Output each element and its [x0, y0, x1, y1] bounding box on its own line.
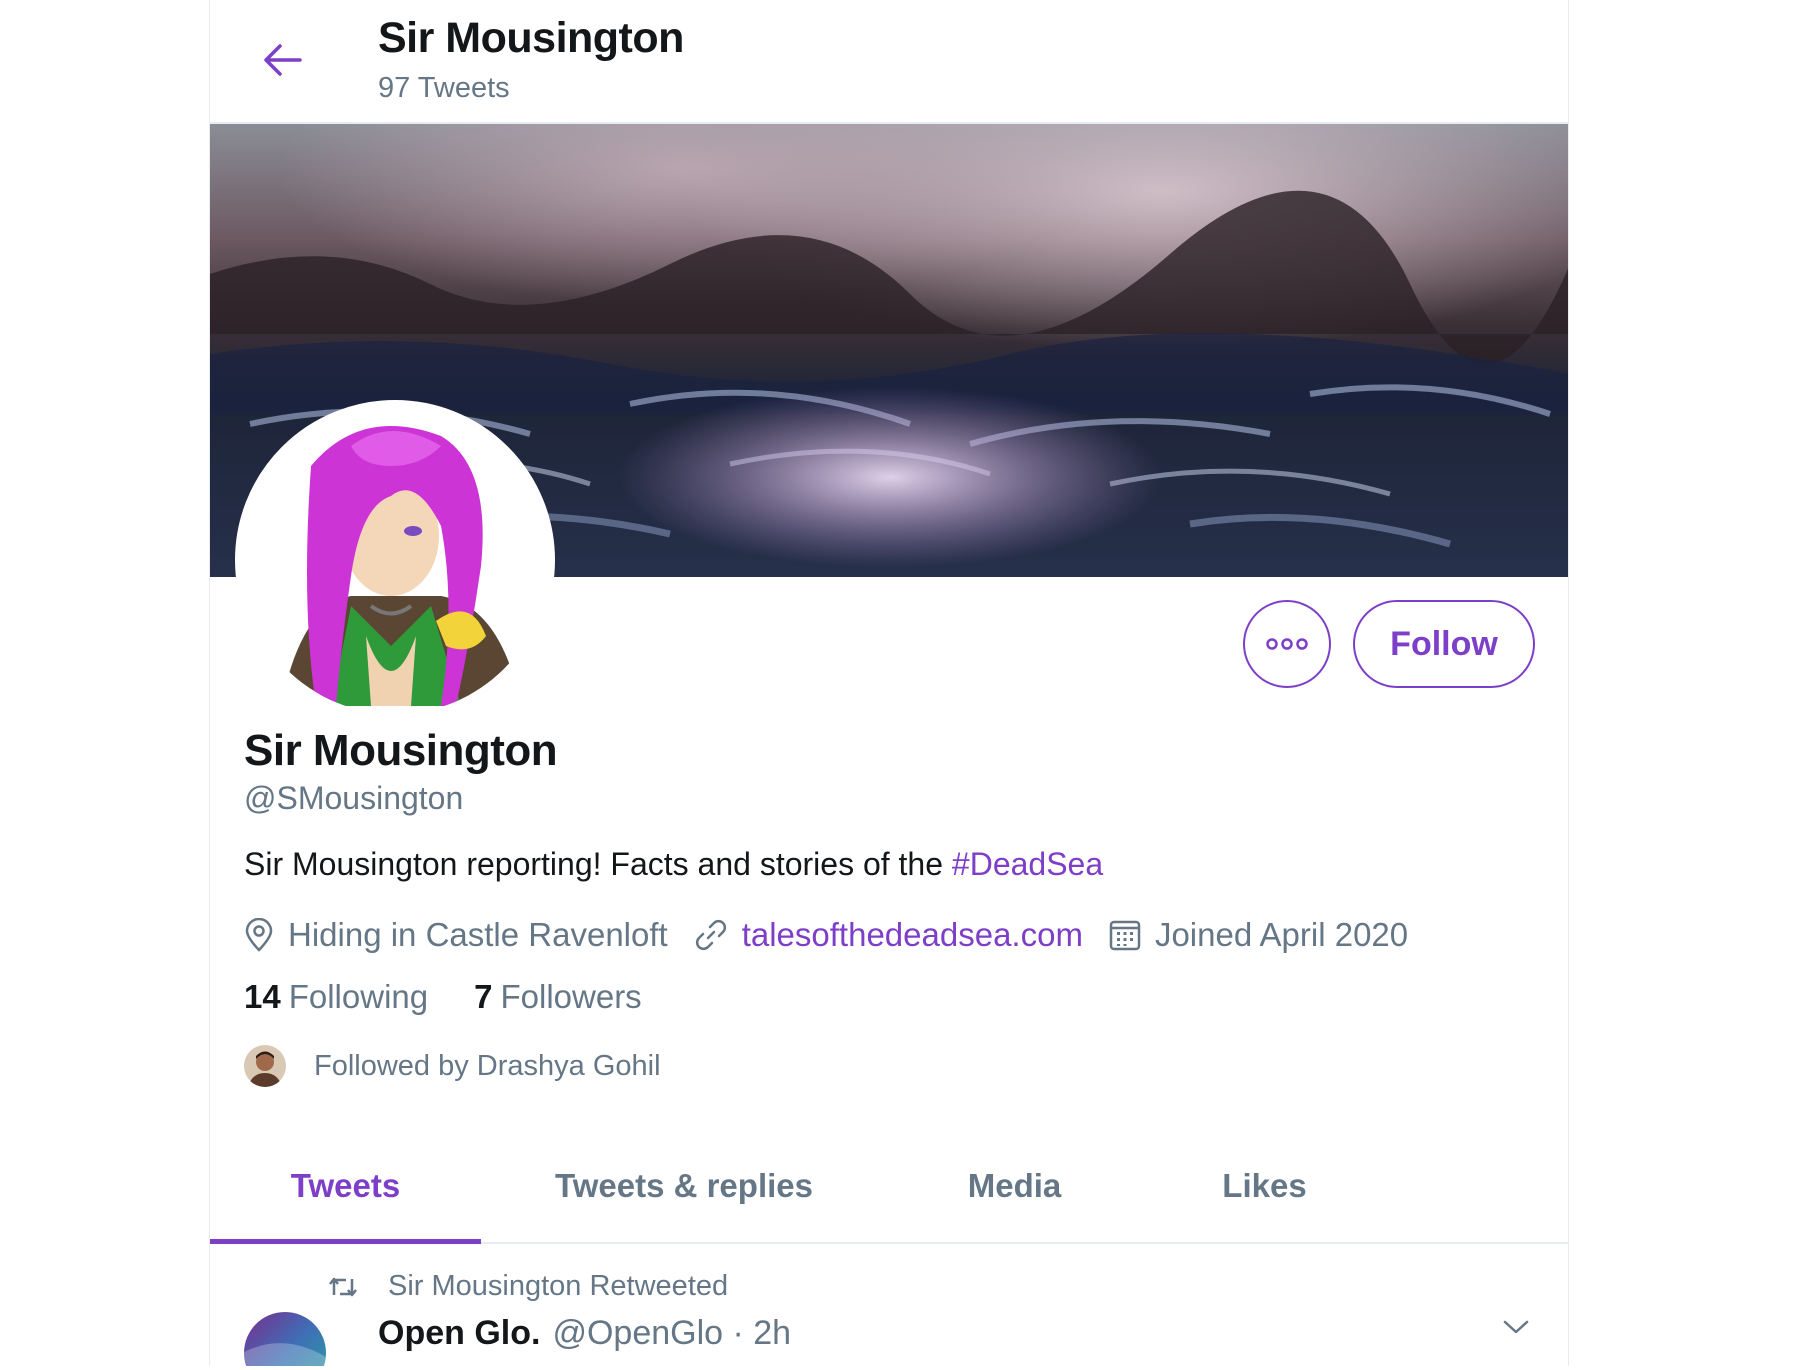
tweet-header: Open Glo. @OpenGlo · 2h: [378, 1314, 791, 1353]
bio-text: Sir Mousington reporting! Facts and stor…: [244, 846, 952, 882]
user-handle: @SMousington: [244, 780, 464, 816]
tab-media[interactable]: Media: [887, 1130, 1142, 1242]
followers-count: 7: [474, 978, 493, 1015]
link-icon: [694, 918, 728, 952]
tweet-menu-button[interactable]: [1502, 1318, 1530, 1341]
profile-tabs: Tweets Tweets & replies Media Likes: [210, 1130, 1568, 1244]
profile-column: Sir Mousington 97 Tweets Follow Sir Mous…: [209, 0, 1569, 1370]
retweet-icon: [328, 1275, 362, 1299]
location: Hiding in Castle Ravenloft: [244, 916, 668, 954]
avatar-illustration: [241, 406, 549, 714]
profile-avatar[interactable]: [235, 400, 555, 720]
more-options-button[interactable]: [1243, 600, 1331, 688]
website-text[interactable]: talesofthedeadsea.com: [742, 916, 1083, 954]
following-link[interactable]: 14 Following: [244, 978, 428, 1016]
joined-text: Joined April 2020: [1154, 916, 1409, 953]
followed-by[interactable]: Followed by Drashya Gohil: [244, 1045, 661, 1087]
calendar-icon: [1109, 919, 1141, 951]
back-button[interactable]: [250, 28, 314, 92]
follower-avatar[interactable]: [244, 1045, 286, 1087]
website-link[interactable]: talesofthedeadsea.com: [694, 916, 1083, 954]
followed-by-text: Followed by Drashya Gohil: [314, 1049, 661, 1082]
page-bottom-edge: [0, 1366, 1809, 1370]
tweet-count: 97 Tweets: [378, 72, 510, 104]
tab-likes[interactable]: Likes: [1142, 1130, 1387, 1242]
retweet-context: Sir Mousington Retweeted: [328, 1270, 728, 1303]
follow-stats: 14 Following 7 Followers: [244, 978, 688, 1016]
location-text: Hiding in Castle Ravenloft: [288, 916, 668, 953]
tweet-author-meta[interactable]: @OpenGlo · 2h: [552, 1314, 791, 1353]
following-count: 14: [244, 978, 281, 1015]
tweet-author-name[interactable]: Open Glo.: [378, 1314, 540, 1353]
following-label: Following: [288, 978, 429, 1015]
tab-tweets[interactable]: Tweets: [210, 1130, 481, 1244]
retweet-text: Sir Mousington Retweeted: [388, 1270, 729, 1302]
follow-button[interactable]: Follow: [1353, 600, 1535, 688]
followers-label: Followers: [500, 978, 642, 1015]
followers-link[interactable]: 7 Followers: [474, 978, 642, 1016]
tab-tweets-and-replies[interactable]: Tweets & replies: [481, 1130, 887, 1242]
bio-hashtag-link[interactable]: #DeadSea: [952, 846, 1103, 882]
profile-header-bar: Sir Mousington 97 Tweets: [210, 0, 1568, 124]
chevron-down-icon: [1503, 1320, 1529, 1334]
more-dots-icon: [1266, 638, 1308, 650]
tweet-author-avatar[interactable]: [244, 1312, 326, 1370]
page-title: Sir Mousington: [378, 14, 684, 62]
bio: Sir Mousington reporting! Facts and stor…: [244, 846, 1103, 883]
arrow-left-icon: [264, 44, 302, 76]
display-name: Sir Mousington: [244, 726, 558, 775]
location-pin-icon: [244, 918, 274, 952]
profile-meta: Hiding in Castle Ravenloft talesofthedea…: [244, 910, 1434, 960]
joined-date: Joined April 2020: [1109, 916, 1408, 954]
